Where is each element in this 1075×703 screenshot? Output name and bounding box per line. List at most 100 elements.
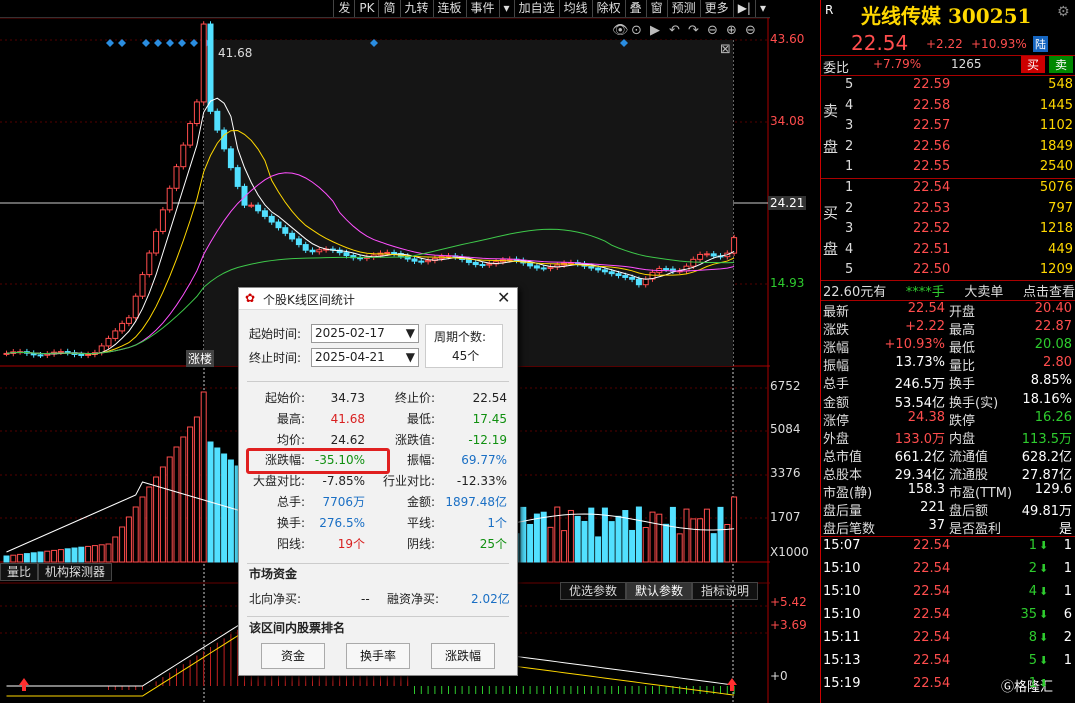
stat-value: 129.6: [1034, 482, 1072, 497]
candle-body: [418, 260, 425, 263]
book-level: 2: [845, 138, 854, 154]
close-icon: ⊠: [720, 42, 731, 57]
candle-body: [85, 353, 92, 356]
weibi-label: 委比: [823, 61, 850, 76]
toolbar-item[interactable]: ▾: [754, 0, 770, 17]
volume-bar: [574, 515, 581, 563]
candle-body: [540, 267, 547, 270]
stat-value: 34.73: [330, 391, 365, 405]
north-label: 北向净买:: [249, 592, 302, 606]
candle-body: [261, 210, 268, 217]
candle-body: [615, 273, 622, 277]
book-volume: 449: [1048, 241, 1073, 257]
stat-label: 盘后笔数: [823, 522, 876, 538]
volume-bar: [527, 523, 534, 563]
toolbar-item[interactable]: 窗: [645, 0, 667, 17]
candle-body: [601, 269, 608, 273]
start-time-select[interactable]: 2025-02-17 ▼: [311, 324, 419, 343]
stat-value: 69.77%: [461, 453, 507, 468]
tab-optimized-params[interactable]: 优选参数: [560, 582, 627, 600]
book-volume: 2540: [1039, 159, 1073, 174]
volume-bar: [227, 459, 234, 563]
volume-bar: [703, 508, 710, 563]
candle-body: [255, 204, 262, 212]
stat-label: 行业对比:: [382, 474, 435, 489]
volume-bar: [139, 496, 146, 563]
big-order-bar[interactable]: 22.60元有 ****手 大卖单 点击查看: [823, 281, 1075, 300]
toolbar-item[interactable]: 加自选: [513, 0, 559, 17]
toolbar-item[interactable]: 九转: [399, 0, 433, 17]
tick-price: 22.54: [913, 561, 951, 576]
tab-indicator-help[interactable]: 指标说明: [692, 582, 759, 600]
chart-tool-icon: ↷: [688, 23, 700, 38]
rank-change-button[interactable]: 涨跌幅: [431, 643, 495, 669]
book-price: 22.56: [913, 138, 951, 154]
tab-liangbi[interactable]: 量比: [0, 563, 39, 581]
candle-body: [64, 351, 71, 354]
start-time-label: 起始时间:: [249, 327, 302, 341]
arrow-down-icon: ⬇: [1039, 539, 1049, 552]
arrow-down-icon: ⬇: [1039, 562, 1049, 575]
toolbar-item[interactable]: ▶|: [732, 0, 755, 17]
stat-value: 246.5万: [894, 377, 945, 393]
stat-label: 涨跌幅:: [264, 453, 305, 468]
candle-body: [465, 259, 472, 263]
stat-label: 总股本: [823, 467, 863, 483]
connect-badge: 陆: [1033, 36, 1048, 52]
chart-tool-icon: 👁: [612, 23, 629, 38]
volume-bar: [547, 526, 554, 563]
candle-body: [221, 129, 228, 150]
stat-label: 阳线:: [276, 536, 305, 551]
ind-axis-label: +0: [770, 669, 788, 683]
toolbar-item[interactable]: 除权: [591, 0, 625, 17]
candle-body: [486, 263, 493, 266]
tick-volume: 4: [1028, 584, 1037, 599]
candle-body: [343, 252, 350, 257]
stock-name: 光线传媒 300251: [861, 4, 1032, 28]
toolbar-item[interactable]: PK: [354, 0, 378, 17]
rank-fund-button[interactable]: 资金: [261, 643, 325, 669]
rank-turnover-button[interactable]: 换手率: [346, 643, 410, 669]
book-price: 22.52: [913, 221, 951, 236]
sell-side-label2: 盘: [823, 138, 839, 156]
candle-body: [112, 330, 119, 339]
book-price: 22.54: [913, 180, 951, 195]
stat-value: 是: [1058, 522, 1072, 538]
param-tabs: 优选参数 默认参数 指标说明: [560, 582, 759, 600]
toolbar-item[interactable]: 更多: [699, 0, 733, 17]
toolbar-item[interactable]: 事件: [465, 0, 499, 17]
volume-bar: [180, 436, 187, 563]
sell-button[interactable]: 卖: [1049, 56, 1073, 73]
tick-volume: 35: [1020, 607, 1037, 622]
chart-tool-icon: ▶: [650, 23, 660, 38]
book-level: 5: [845, 77, 854, 92]
buy-button[interactable]: 买: [1021, 56, 1045, 73]
candle-body: [302, 244, 309, 251]
candle-body: [547, 266, 554, 269]
close-icon[interactable]: ✕: [497, 288, 510, 307]
tab-institution-detector[interactable]: 机构探测器: [38, 563, 113, 581]
rank-section-title: 该区间内股票排名: [249, 621, 346, 635]
tab-default-params[interactable]: 默认参数: [626, 582, 693, 600]
toolbar-item[interactable]: 连板: [432, 0, 466, 17]
book-price: 22.59: [913, 77, 951, 92]
stat-value: 53.54亿: [894, 395, 945, 411]
book-price: 22.58: [913, 97, 951, 113]
toolbar-item[interactable]: 预测: [666, 0, 700, 17]
toolbar-item[interactable]: 叠: [624, 0, 646, 17]
toolbar-item[interactable]: 均线: [558, 0, 592, 17]
toolbar-item[interactable]: 简: [378, 0, 399, 17]
candle-body: [635, 278, 642, 286]
book-volume: 5076: [1039, 180, 1073, 195]
candle-body: [527, 262, 534, 267]
toolbar-item[interactable]: 发: [333, 0, 354, 17]
vol-axis-label: 1707: [770, 510, 801, 524]
end-time-select[interactable]: 2025-04-21 ▼: [311, 348, 419, 367]
book-volume: 1445: [1039, 97, 1073, 113]
book-volume: 1849: [1039, 138, 1073, 154]
toolbar-item[interactable]: ▾: [498, 0, 514, 17]
gear-icon[interactable]: ⚙: [1057, 4, 1070, 20]
weicha-value: 1265: [951, 57, 982, 71]
period-value: 45个: [452, 349, 480, 363]
price-axis-label: 43.60: [770, 32, 805, 46]
